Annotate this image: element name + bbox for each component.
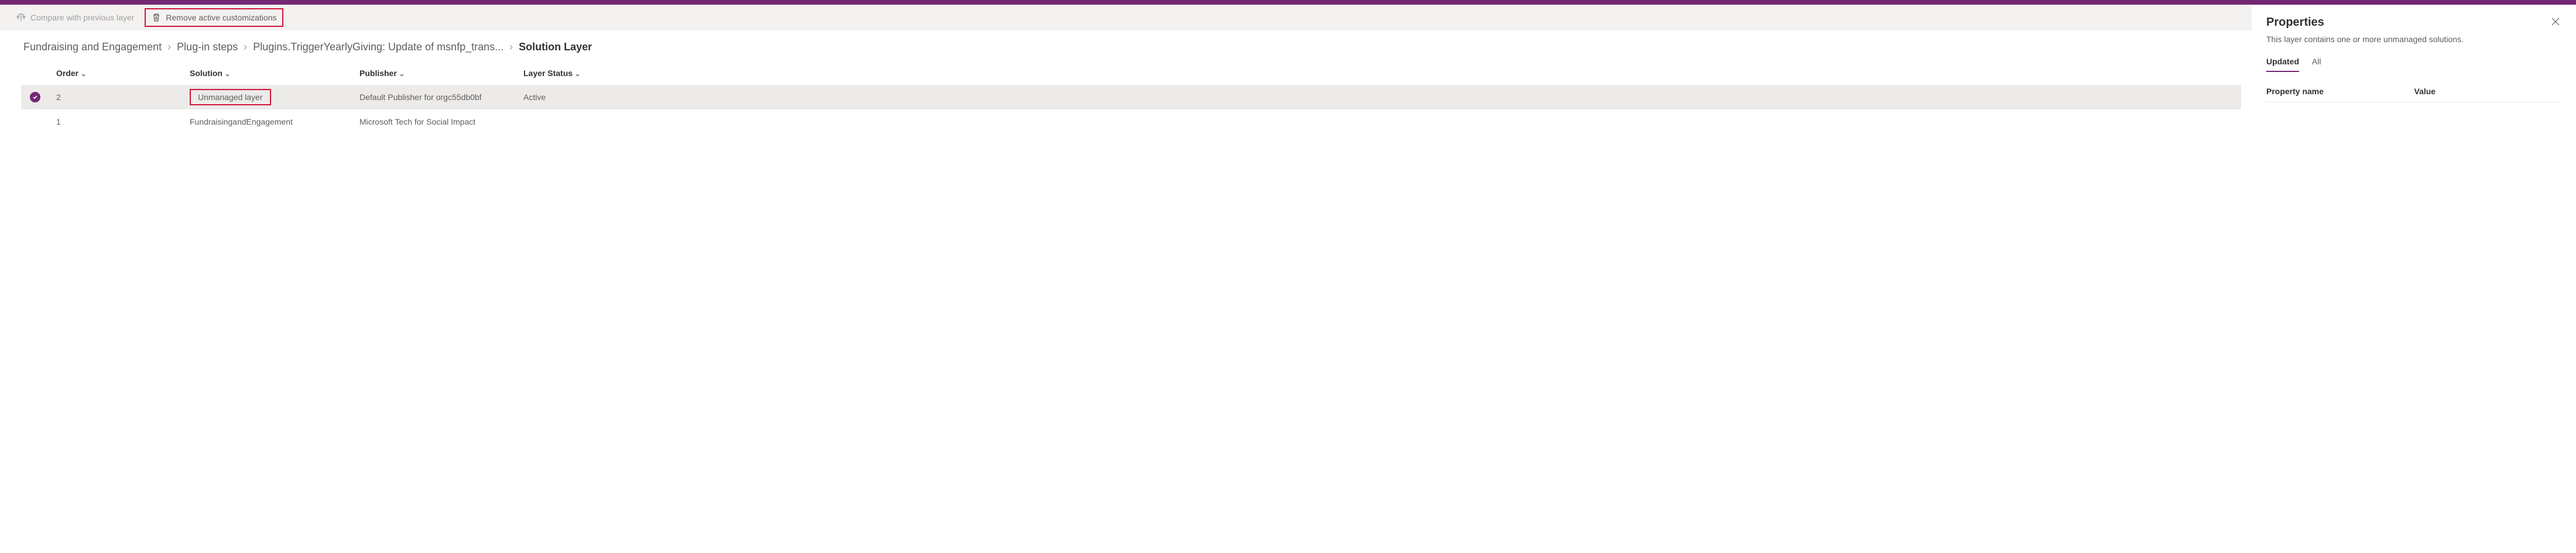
toolbar: Compare with previous layer Remove activ… <box>0 5 2252 30</box>
breadcrumb-link[interactable]: Plugins.TriggerYearlyGiving: Update of m… <box>251 41 506 53</box>
close-panel-button[interactable] <box>2549 15 2562 30</box>
app-container: Compare with previous layer Remove activ… <box>0 5 2576 553</box>
chevron-down-icon: ⌄ <box>399 71 405 78</box>
cell-solution: FundraisingandEngagement <box>190 117 359 126</box>
row-selected-indicator[interactable] <box>21 92 49 102</box>
close-icon <box>2551 18 2560 26</box>
breadcrumb-link[interactable]: Fundraising and Engagement <box>21 41 164 53</box>
column-header-solution[interactable]: Solution⌄ <box>190 68 359 78</box>
chevron-right-icon: › <box>244 41 247 53</box>
table-row[interactable]: 2 Unmanaged layer Default Publisher for … <box>21 85 2241 109</box>
compare-icon <box>16 13 26 22</box>
unmanaged-layer-highlight: Unmanaged layer <box>190 89 271 105</box>
solution-layers-table: Order⌄ Solution⌄ Publisher⌄ Layer Status… <box>0 59 2252 134</box>
main-content: Compare with previous layer Remove activ… <box>0 5 2252 553</box>
breadcrumb-link[interactable]: Plug-in steps <box>174 41 240 53</box>
property-value-header: Value <box>2414 87 2563 96</box>
compare-label: Compare with previous layer <box>30 13 134 22</box>
column-label: Order <box>56 68 78 78</box>
cell-order: 1 <box>49 117 190 126</box>
property-table-header: Property name Value <box>2266 87 2562 102</box>
cell-solution: Unmanaged layer <box>190 89 359 105</box>
cell-publisher: Microsoft Tech for Social Impact <box>359 117 523 126</box>
column-label: Layer Status <box>523 68 573 78</box>
tab-all[interactable]: All <box>2312 57 2321 72</box>
trash-icon <box>152 13 161 22</box>
panel-header: Properties <box>2266 15 2562 30</box>
breadcrumb-current: Solution Layer <box>516 41 594 53</box>
breadcrumb: Fundraising and Engagement › Plug-in ste… <box>0 30 2252 59</box>
chevron-down-icon: ⌄ <box>225 71 230 78</box>
properties-panel: Properties This layer contains one or mo… <box>2252 5 2576 553</box>
panel-subtitle: This layer contains one or more unmanage… <box>2266 35 2562 44</box>
remove-label: Remove active customizations <box>166 13 276 22</box>
column-header-publisher[interactable]: Publisher⌄ <box>359 68 523 78</box>
cell-status: Active <box>523 92 2241 102</box>
chevron-right-icon: › <box>509 41 513 53</box>
panel-tabs: Updated All <box>2266 57 2562 73</box>
chevron-right-icon: › <box>167 41 171 53</box>
property-name-header: Property name <box>2266 87 2414 96</box>
cell-publisher: Default Publisher for orgc55db0bf <box>359 92 523 102</box>
column-header-order[interactable]: Order⌄ <box>49 68 190 78</box>
table-row[interactable]: 1 FundraisingandEngagement Microsoft Tec… <box>21 109 2241 134</box>
panel-title: Properties <box>2266 16 2324 29</box>
column-label: Solution <box>190 68 222 78</box>
checkmark-icon <box>30 92 40 102</box>
column-header-status[interactable]: Layer Status⌄ <box>523 68 2241 78</box>
tab-updated[interactable]: Updated <box>2266 57 2299 72</box>
column-label: Publisher <box>359 68 397 78</box>
chevron-down-icon: ⌄ <box>575 71 580 78</box>
table-header-row: Order⌄ Solution⌄ Publisher⌄ Layer Status… <box>21 61 2241 85</box>
remove-active-customizations-button[interactable]: Remove active customizations <box>145 8 283 27</box>
compare-previous-layer-button: Compare with previous layer <box>11 8 140 27</box>
chevron-down-icon: ⌄ <box>81 71 86 78</box>
cell-order: 2 <box>49 92 190 102</box>
accent-bar <box>0 0 2576 5</box>
